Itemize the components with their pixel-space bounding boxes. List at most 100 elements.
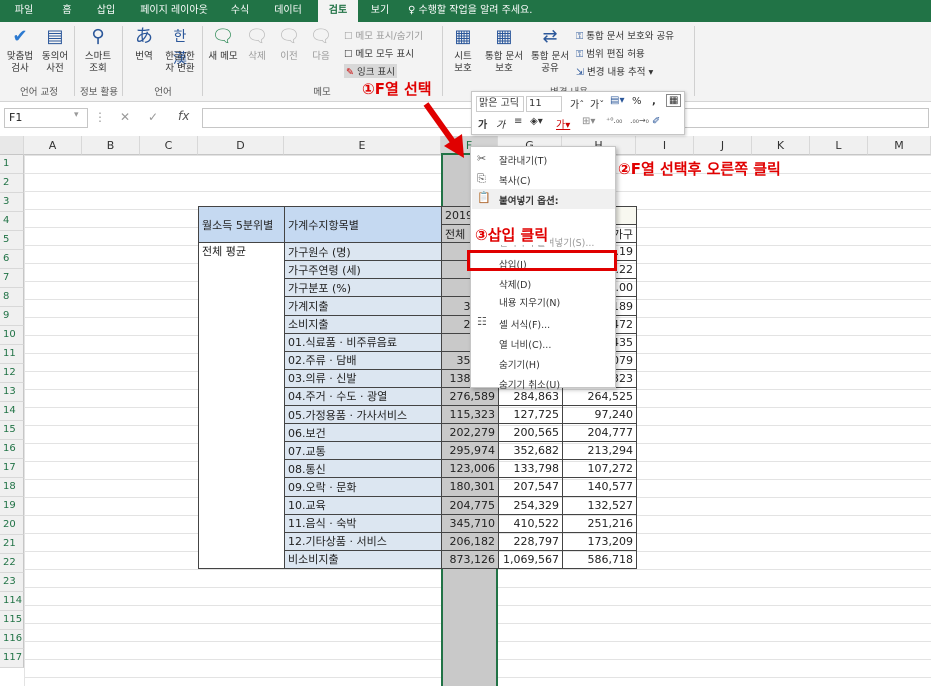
row-header[interactable]: 16 [0, 440, 24, 459]
item-label[interactable]: 02.주류 · 담배 [284, 350, 442, 370]
value-cell-g[interactable]: 127,725 [498, 405, 563, 425]
decrease-font-icon[interactable]: 가ˇ [590, 96, 604, 111]
row-header[interactable]: 1 [0, 155, 24, 174]
italic-icon[interactable]: 가 [496, 116, 505, 131]
column-header-m[interactable]: M [868, 136, 931, 155]
cancel-icon[interactable]: ✕ [120, 110, 130, 124]
menu-item-column-width[interactable]: 열 너비(C)... [499, 337, 551, 351]
row-header[interactable]: 13 [0, 383, 24, 402]
value-cell-f[interactable]: 180,301 [441, 477, 499, 497]
value-cell-f[interactable]: 345,710 [441, 513, 499, 533]
row-header[interactable]: 14 [0, 402, 24, 421]
item-label[interactable]: 10.교육 [284, 495, 442, 515]
header-budget-item[interactable]: 가계수지항목별 [284, 205, 442, 244]
row-header[interactable]: 9 [0, 307, 24, 326]
row-header[interactable]: 20 [0, 516, 24, 535]
chevron-down-icon[interactable]: ▾ [74, 110, 79, 120]
prev-memo-button[interactable]: 🗨 이전 [274, 26, 304, 63]
item-label[interactable]: 03.의류 · 신발 [284, 368, 442, 388]
item-label[interactable]: 07.교통 [284, 441, 442, 461]
value-cell-f[interactable]: 295,974 [441, 441, 499, 461]
item-label[interactable]: 05.가정용품 · 가사서비스 [284, 405, 442, 425]
row-header[interactable]: 2 [0, 174, 24, 193]
item-label[interactable]: 04.주거 · 수도 · 광열 [284, 386, 442, 407]
align-icon[interactable]: ≡ [514, 116, 522, 127]
column-header-i[interactable]: I [636, 136, 694, 155]
row-header[interactable]: 22 [0, 554, 24, 573]
protect-share-button[interactable]: ⚿ 통합 문서 보호와 공유 [576, 28, 674, 42]
group-label[interactable]: 전체 평균 [198, 242, 285, 569]
menu-item-copy[interactable]: 복사(C) [499, 173, 531, 187]
row-header[interactable]: 17 [0, 459, 24, 478]
item-label[interactable]: 09.오락 · 문화 [284, 477, 442, 497]
menu-item-hide[interactable]: 숨기기(H) [499, 357, 540, 371]
tab-page-layout[interactable]: 페이지 레이아웃 [134, 0, 214, 22]
row-header[interactable]: 21 [0, 535, 24, 554]
value-cell-f[interactable]: 276,589 [441, 386, 499, 407]
item-label[interactable]: 01.식료품 · 비주류음료 [284, 332, 442, 352]
value-cell-h[interactable]: 251,216 [562, 513, 637, 533]
value-cell-h[interactable]: 132,527 [562, 495, 637, 515]
menu-item-clear[interactable]: 내용 지우기(N) [499, 295, 560, 309]
value-cell-h[interactable]: 586,718 [562, 549, 637, 569]
row-header[interactable]: 10 [0, 326, 24, 345]
tab-view[interactable]: 보기 [362, 0, 398, 22]
value-cell-f[interactable]: 204,775 [441, 495, 499, 515]
track-changes-button[interactable]: ⇲ 변경 내용 추적 ▾ [576, 64, 653, 78]
percent-button[interactable]: % [632, 96, 642, 107]
next-memo-button[interactable]: 🗨 다음 [306, 26, 336, 63]
item-label[interactable]: 가구분포 (%) [284, 278, 442, 298]
decrease-decimal-icon[interactable]: .₀₀→₀ [630, 116, 649, 125]
protect-sheet-button[interactable]: ▦ 시트 보호 [446, 26, 480, 75]
value-cell-h[interactable]: 107,272 [562, 459, 637, 479]
value-cell-h[interactable]: 264,525 [562, 386, 637, 407]
row-header[interactable]: 114 [0, 592, 24, 611]
number-format-icon[interactable]: ▤▾ [610, 95, 624, 106]
font-color-icon[interactable]: 가▾ [556, 116, 570, 131]
thesaurus-button[interactable]: ▤ 동의어 사전 [38, 26, 72, 75]
tell-me-box[interactable]: ♀ 수행할 작업을 알려 주세요. [408, 0, 558, 22]
tab-review[interactable]: 검토 [318, 0, 358, 22]
tab-insert[interactable]: 삽입 [88, 0, 124, 22]
value-cell-g[interactable]: 200,565 [498, 423, 563, 443]
menu-item-unhide[interactable]: 숨기기 취소(U) [499, 377, 560, 391]
value-cell-f[interactable]: 873,126 [441, 549, 499, 569]
row-header[interactable]: 8 [0, 288, 24, 307]
row-header[interactable]: 115 [0, 611, 24, 630]
item-label[interactable]: 소비지출 [284, 314, 442, 334]
new-memo-button[interactable]: 🗨 새 메모 [206, 26, 240, 63]
value-cell-g[interactable]: 133,798 [498, 459, 563, 479]
column-header-j[interactable]: J [694, 136, 752, 155]
clear-format-icon[interactable]: ✐ [652, 116, 660, 127]
header-income-quintile[interactable]: 월소득 5분위별 [198, 205, 285, 244]
item-label[interactable]: 비소비지출 [284, 549, 442, 569]
format-painter-icon[interactable]: ▦ [666, 94, 682, 107]
value-cell-g[interactable]: 1,069,567 [498, 549, 563, 569]
fill-color-icon[interactable]: ◈▾ [530, 116, 543, 127]
row-header[interactable]: 3 [0, 193, 24, 212]
select-all-corner[interactable] [0, 136, 24, 155]
value-cell-f[interactable]: 202,279 [441, 423, 499, 443]
row-header[interactable]: 23 [0, 573, 24, 592]
tab-data[interactable]: 데이터 [266, 0, 310, 22]
memo-toggle-button[interactable]: ☐ 메모 표시/숨기기 [344, 28, 423, 42]
font-name-box[interactable]: 맑은 고딕 [476, 96, 524, 112]
row-header[interactable]: 12 [0, 364, 24, 383]
row-header[interactable]: 18 [0, 478, 24, 497]
row-header[interactable]: 4 [0, 212, 24, 231]
tab-file[interactable]: 파일 [6, 0, 42, 22]
column-header-l[interactable]: L [810, 136, 868, 155]
column-header-k[interactable]: K [752, 136, 810, 155]
row-header[interactable]: 5 [0, 231, 24, 250]
value-cell-g[interactable]: 207,547 [498, 477, 563, 497]
tab-formulas[interactable]: 수식 [222, 0, 258, 22]
row-header[interactable]: 7 [0, 269, 24, 288]
column-header-b[interactable]: B [82, 136, 140, 155]
hangul-hanja-button[interactable]: 한漢 한글/한 자 변환 [160, 26, 200, 75]
item-label[interactable]: 가계지출 [284, 296, 442, 316]
spelling-button[interactable]: ✔ 맞춤법 검사 [4, 26, 36, 75]
smart-lookup-button[interactable]: ⚲ 스마트 조회 [78, 26, 118, 75]
row-header[interactable]: 6 [0, 250, 24, 269]
borders-icon[interactable]: ⊞▾ [582, 116, 595, 127]
ink-button[interactable]: ✎ 잉크 표시 [344, 64, 397, 78]
